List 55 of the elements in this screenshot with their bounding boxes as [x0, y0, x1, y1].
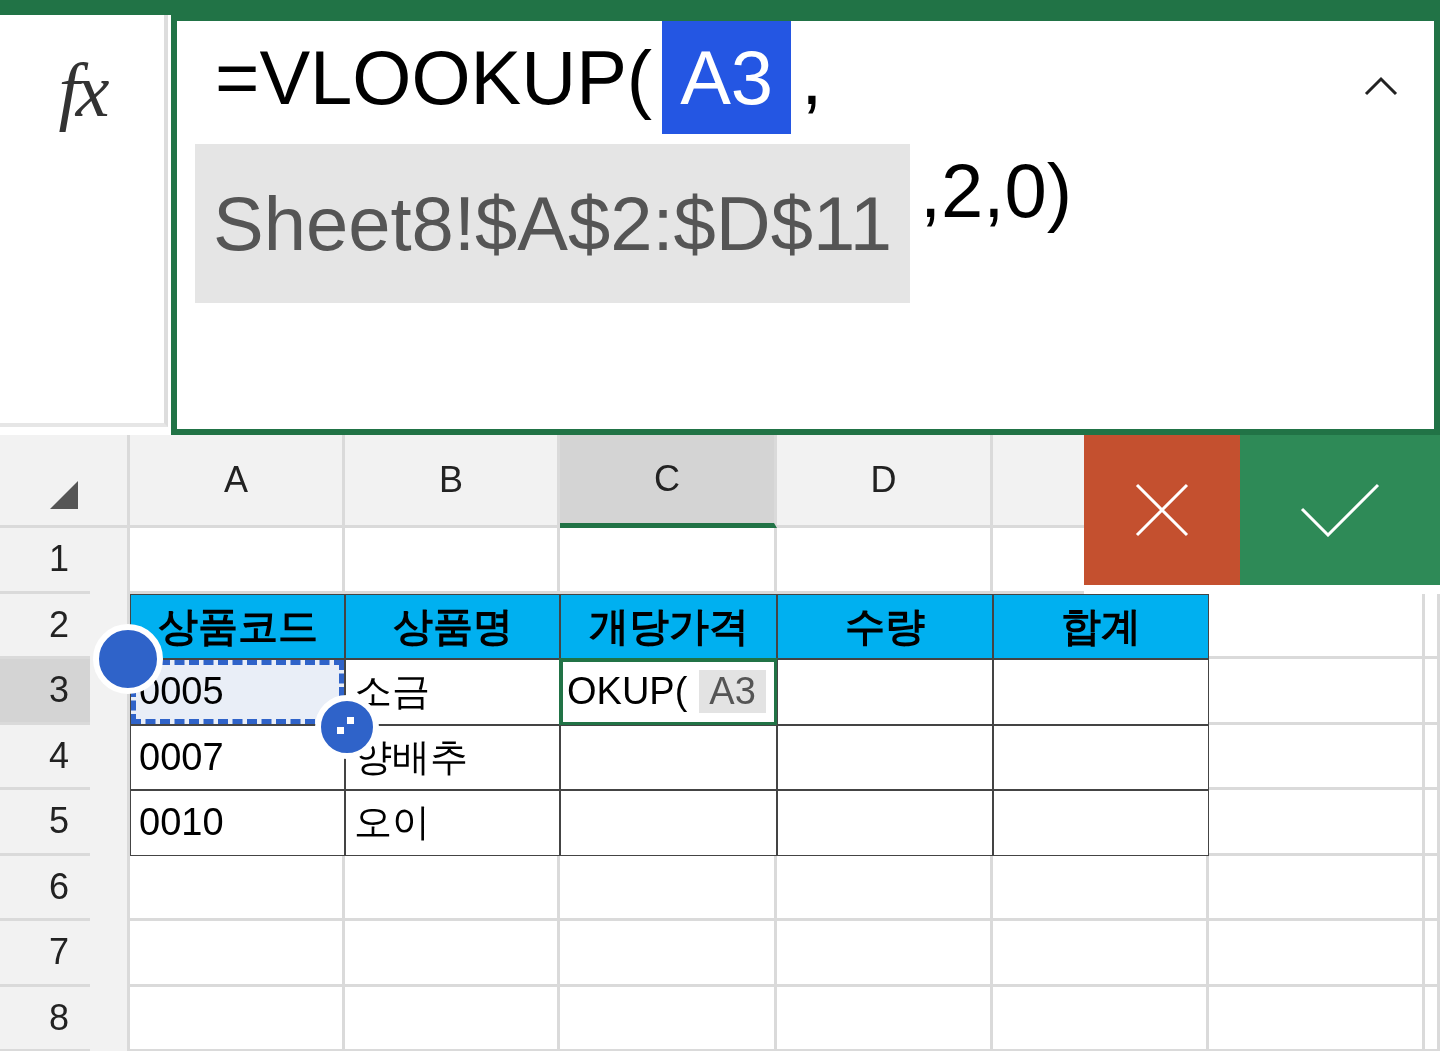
column-header[interactable]: B	[345, 435, 560, 528]
empty-cell[interactable]	[560, 986, 777, 1051]
formula-text: ,	[801, 34, 823, 122]
empty-cell[interactable]	[777, 986, 993, 1051]
formula-text: =VLOOKUP(	[215, 34, 653, 122]
empty-cell[interactable]	[1209, 986, 1425, 1051]
column-header[interactable]	[993, 435, 1084, 528]
cell-reference: A3	[662, 21, 792, 134]
select-all-icon[interactable]	[49, 481, 78, 509]
formula-text: ,2,0)	[919, 147, 1072, 235]
cancel-button[interactable]	[1084, 435, 1240, 585]
empty-cell[interactable]	[993, 921, 1209, 987]
empty-cell[interactable]	[993, 855, 1209, 921]
empty-cell[interactable]	[1425, 659, 1440, 725]
empty-cell[interactable]	[345, 986, 560, 1051]
row-header[interactable]: 3	[0, 659, 90, 725]
column-title: 합계	[993, 593, 1209, 659]
empty-cell[interactable]	[777, 855, 993, 921]
empty-cell[interactable]	[777, 921, 993, 987]
empty-cell[interactable]	[1209, 790, 1425, 856]
empty-cell[interactable]	[993, 986, 1209, 1051]
cell-reference: Sheet8!$A$2:$D$11	[195, 144, 910, 303]
editing-cell[interactable]: OKUP( A3	[560, 659, 777, 725]
column-header[interactable]: A	[130, 435, 345, 528]
insert-function-button[interactable]: fx	[52, 40, 112, 140]
empty-cell[interactable]	[1209, 724, 1425, 790]
empty-cell[interactable]	[560, 921, 777, 987]
column-title: 상품명	[345, 593, 560, 659]
empty-cell[interactable]	[1425, 593, 1440, 659]
empty-cell[interactable]	[560, 855, 777, 921]
table-cell: 0007	[130, 724, 345, 790]
column-title: 개당가격	[560, 593, 777, 659]
table-cell: 소금	[345, 659, 560, 725]
checkmark-icon	[1300, 483, 1380, 537]
empty-cell[interactable]	[1425, 855, 1440, 921]
column-title: 수량	[777, 593, 993, 659]
empty-cell[interactable]	[1425, 921, 1440, 987]
empty-cell[interactable]	[1209, 855, 1425, 921]
empty-cell[interactable]	[130, 855, 345, 921]
collapse-icon[interactable]	[1364, 76, 1398, 96]
column-title: 상품코드	[130, 593, 345, 659]
empty-cell[interactable]	[1425, 986, 1440, 1051]
empty-cell[interactable]	[130, 921, 345, 987]
column-header[interactable]: D	[777, 435, 993, 528]
empty-cell[interactable]	[1425, 790, 1440, 856]
table-cell: 0010	[130, 790, 345, 856]
column-header[interactable]: C	[560, 435, 777, 528]
empty-cell[interactable]	[345, 855, 560, 921]
empty-cell[interactable]	[1209, 921, 1425, 987]
close-icon	[1135, 483, 1189, 537]
empty-cell[interactable]	[1209, 659, 1425, 725]
empty-cell[interactable]	[130, 986, 345, 1051]
empty-cell[interactable]	[345, 921, 560, 987]
empty-cell[interactable]	[1425, 724, 1440, 790]
table-cell: 오이	[345, 790, 560, 856]
